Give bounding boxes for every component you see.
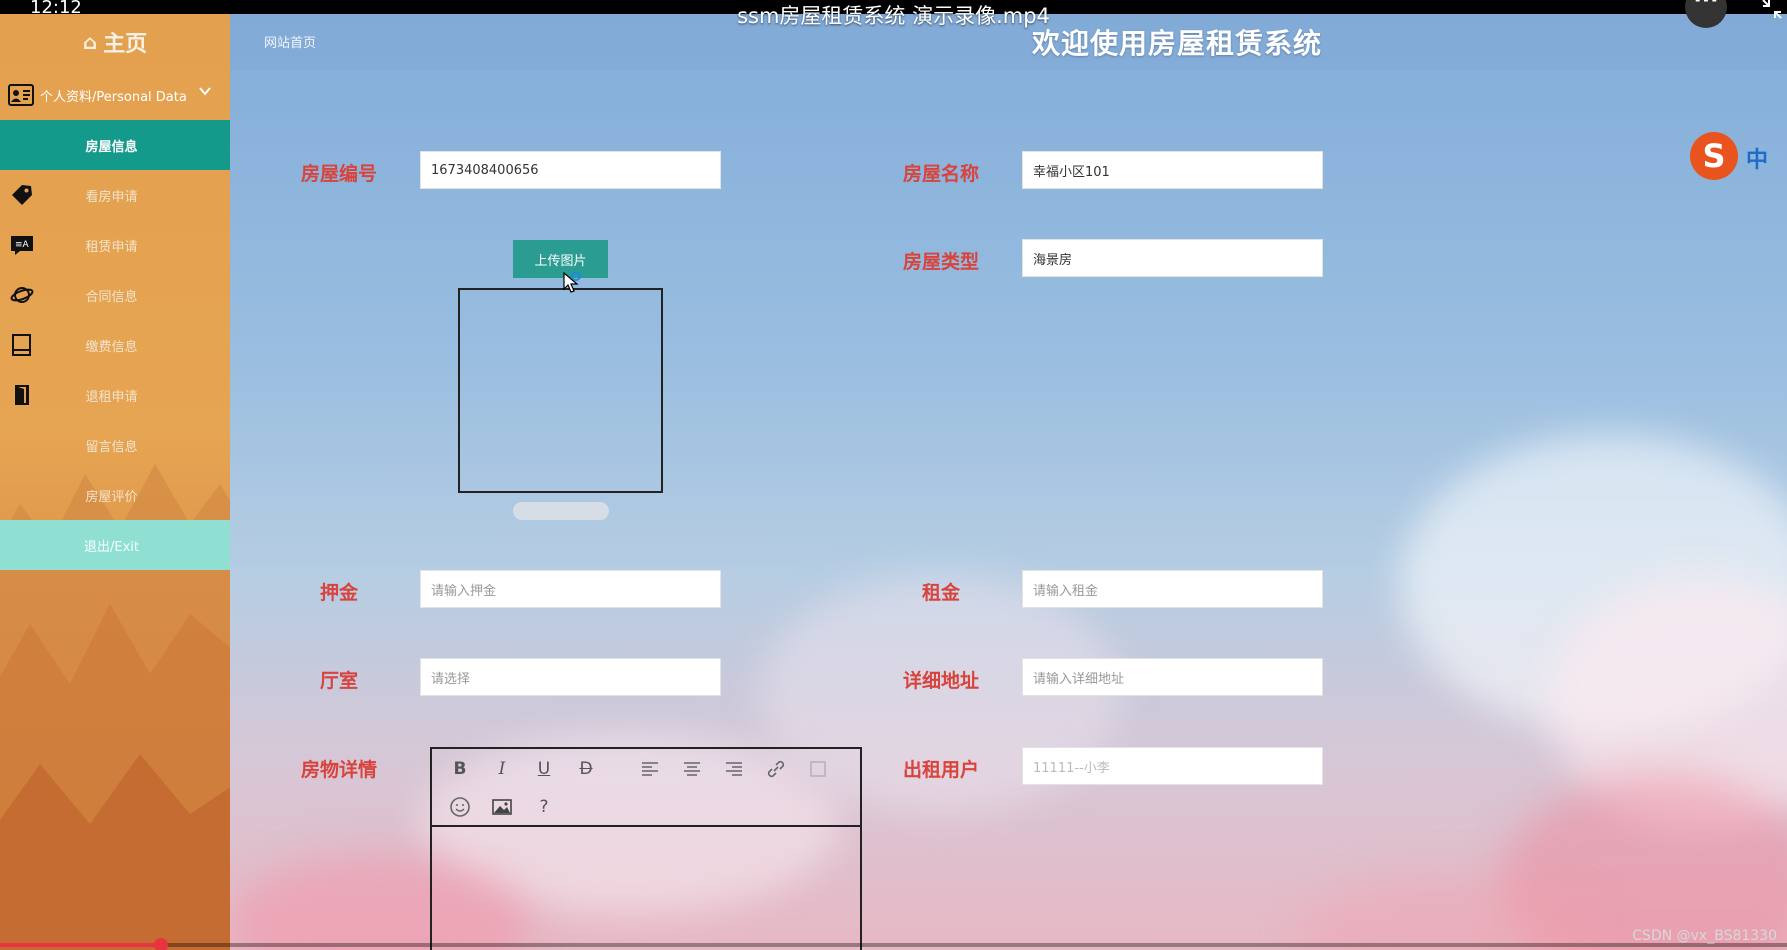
id-card-icon — [8, 84, 34, 106]
player-top-bar — [0, 0, 1787, 14]
sidebar-item-label: 看房申请 — [85, 189, 138, 205]
sidebar-item-house-reviews[interactable]: 房屋评价 — [0, 470, 230, 520]
sidebar-item-contract-info[interactable]: 合同信息 — [0, 270, 230, 320]
align-center-icon[interactable] — [680, 757, 704, 781]
house-no-input[interactable]: 1673408400656 — [420, 151, 721, 189]
sidebar-item-move-out-application[interactable]: 退租申请 — [0, 370, 230, 420]
header: 网站首页 欢迎使用房屋租赁系统 — [230, 14, 1787, 70]
sidebar: ⌂ 主页 个人资料/Personal Data 房屋信息 看房申请 ≡A 租赁申… — [0, 14, 230, 950]
sidebar-item-label: 租赁申请 — [85, 239, 138, 255]
ime-toolbar[interactable]: S 中 — [1690, 132, 1787, 180]
renter-label: 出租用户 — [902, 759, 979, 781]
align-left-icon[interactable] — [638, 757, 662, 781]
home-icon: ⌂ — [82, 30, 98, 54]
sidebar-item-label: 房屋评价 — [85, 489, 138, 505]
house-no-label: 房屋编号 — [300, 163, 377, 185]
deposit-input[interactable]: 请输入押金 — [420, 570, 721, 608]
sidebar-exit-label: 退出/Exit — [84, 539, 139, 555]
mouse-cursor-icon — [563, 272, 581, 293]
rooms-select[interactable]: 请选择 — [420, 658, 721, 696]
watermark: CSDN @vx_BS81330 — [1632, 928, 1777, 944]
chevron-down-icon — [199, 87, 211, 96]
rooms-label: 厅室 — [319, 670, 358, 692]
grid-icon[interactable] — [806, 757, 830, 781]
sidebar-item-label: 合同信息 — [85, 289, 138, 305]
image-preview — [458, 288, 663, 493]
emoji-icon[interactable] — [448, 795, 472, 819]
sidebar-item-label: 房屋信息 — [85, 139, 138, 155]
upload-image-button[interactable]: 上传图片 — [513, 240, 608, 278]
video-progress-bar[interactable] — [0, 938, 1787, 950]
sidebar-home-label: 主页 — [103, 32, 148, 57]
sidebar-item-rental-application[interactable]: ≡A 租赁申请 — [0, 220, 230, 270]
video-progress-fill — [0, 943, 161, 947]
italic-button[interactable]: I — [490, 757, 514, 781]
help-button[interactable]: ? — [532, 795, 556, 819]
image-icon[interactable] — [490, 795, 514, 819]
sogou-logo-icon: S — [1690, 132, 1738, 180]
ime-mode-toggle[interactable]: 中 — [1746, 142, 1768, 174]
sidebar-profile-menu[interactable]: 个人资料/Personal Data — [0, 70, 230, 120]
house-name-label: 房屋名称 — [902, 163, 979, 185]
house-type-input[interactable]: 海景房 — [1022, 239, 1323, 277]
address-input[interactable]: 请输入详细地址 — [1022, 658, 1323, 696]
sidebar-item-house-info[interactable]: 房屋信息 — [0, 120, 230, 170]
breadcrumb-home-link[interactable]: 网站首页 — [264, 32, 316, 51]
house-name-input[interactable]: 幸福小区101 — [1022, 151, 1323, 189]
rent-label: 租金 — [921, 582, 960, 604]
align-right-icon[interactable] — [722, 757, 746, 781]
video-progress-handle[interactable] — [153, 938, 168, 950]
underline-button[interactable]: U — [532, 757, 556, 781]
sidebar-item-label: 留言信息 — [85, 439, 138, 455]
rent-input[interactable]: 请输入租金 — [1022, 570, 1323, 608]
house-type-label: 房屋类型 — [902, 251, 979, 273]
sidebar-exit-button[interactable]: 退出/Exit — [0, 520, 230, 570]
editor-toolbar: B I U D ? — [432, 749, 860, 827]
sidebar-item-label: 退租申请 — [85, 389, 138, 405]
strikethrough-button[interactable]: D — [574, 757, 598, 781]
bold-button[interactable]: B — [448, 757, 472, 781]
address-label: 详细地址 — [902, 670, 979, 692]
link-icon[interactable] — [764, 757, 788, 781]
sidebar-item-label: 缴费信息 — [85, 339, 138, 355]
renter-input[interactable]: 11111--小李 — [1022, 747, 1323, 785]
deposit-label: 押金 — [319, 582, 358, 604]
sidebar-home[interactable]: ⌂ 主页 — [0, 14, 230, 70]
page-title: 欢迎使用房屋租赁系统 — [1032, 27, 1323, 60]
rich-text-editor[interactable]: B I U D ? — [430, 747, 862, 950]
sidebar-item-messages[interactable]: 留言信息 — [0, 420, 230, 470]
clock: 12:12 — [30, 0, 82, 18]
details-label: 房物详情 — [300, 759, 377, 781]
exit-fullscreen-icon[interactable] — [1761, 0, 1783, 20]
sidebar-item-payment-info[interactable]: 缴费信息 — [0, 320, 230, 370]
image-caption-pill — [513, 502, 609, 520]
sidebar-profile-label: 个人资料/Personal Data — [40, 89, 187, 105]
app-area: ⌂ 主页 个人资料/Personal Data 房屋信息 看房申请 ≡A 租赁申… — [0, 14, 1787, 950]
sidebar-item-viewing-application[interactable]: 看房申请 — [0, 170, 230, 220]
